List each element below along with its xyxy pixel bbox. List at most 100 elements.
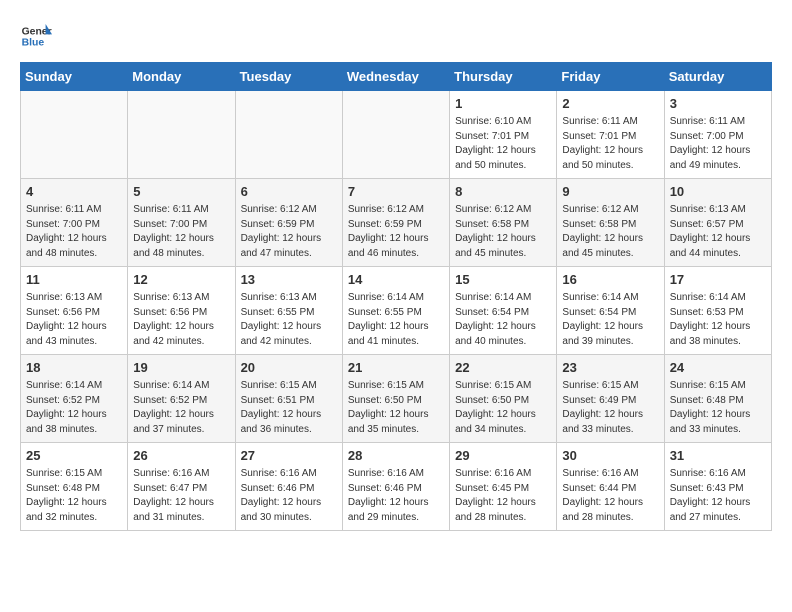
day-number: 4 <box>26 183 122 201</box>
calendar-cell: 11 Sunrise: 6:13 AM Sunset: 6:56 PM Dayli… <box>21 267 128 355</box>
day-number: 26 <box>133 447 229 465</box>
day-info: Sunrise: 6:16 AM Sunset: 6:43 PM Dayligh… <box>670 467 766 525</box>
page-header: General Blue <box>20 20 772 52</box>
calendar-cell <box>128 91 235 179</box>
calendar-header-sunday: Sunday <box>21 63 128 91</box>
calendar-cell: 17Sunrise: 6:14 AM Sunset: 6:53 PM Dayli… <box>664 267 771 355</box>
day-info: Sunrise: 6:16 AM Sunset: 6:45 PM Dayligh… <box>455 467 551 525</box>
day-info: Sunrise: 6:11 AM Sunset: 7:00 PM Dayligh… <box>670 115 766 173</box>
calendar-cell: 8 Sunrise: 6:12 AM Sunset: 6:58 PM Daylig… <box>450 179 557 267</box>
calendar-cell: 3 Sunrise: 6:11 AM Sunset: 7:00 PM Daylig… <box>664 91 771 179</box>
day-number: 24 <box>670 359 766 377</box>
day-info: Sunrise: 6:14 AM Sunset: 6:54 PM Dayligh… <box>455 291 551 349</box>
day-number: 13 <box>241 271 337 289</box>
day-number: 8 <box>455 183 551 201</box>
calendar-cell: 9 Sunrise: 6:12 AM Sunset: 6:58 PM Daylig… <box>557 179 664 267</box>
day-info: Sunrise: 6:15 AM Sunset: 6:48 PM Dayligh… <box>26 467 122 525</box>
day-info: Sunrise: 6:15 AM Sunset: 6:49 PM Dayligh… <box>562 379 658 437</box>
calendar-cell: 31Sunrise: 6:16 AM Sunset: 6:43 PM Dayli… <box>664 443 771 531</box>
day-number: 9 <box>562 183 658 201</box>
day-number: 19 <box>133 359 229 377</box>
day-number: 5 <box>133 183 229 201</box>
day-info: Sunrise: 6:14 AM Sunset: 6:52 PM Dayligh… <box>133 379 229 437</box>
calendar-header-row: SundayMondayTuesdayWednesdayThursdayFrid… <box>21 63 772 91</box>
day-number: 21 <box>348 359 444 377</box>
calendar-week-row: 1 Sunrise: 6:10 AM Sunset: 7:01 PM Daylig… <box>21 91 772 179</box>
day-number: 30 <box>562 447 658 465</box>
calendar-cell: 18Sunrise: 6:14 AM Sunset: 6:52 PM Dayli… <box>21 355 128 443</box>
calendar-cell: 29Sunrise: 6:16 AM Sunset: 6:45 PM Dayli… <box>450 443 557 531</box>
day-number: 22 <box>455 359 551 377</box>
calendar-cell <box>235 91 342 179</box>
svg-text:Blue: Blue <box>22 38 45 49</box>
day-info: Sunrise: 6:15 AM Sunset: 6:50 PM Dayligh… <box>348 379 444 437</box>
day-number: 3 <box>670 95 766 113</box>
day-number: 6 <box>241 183 337 201</box>
day-info: Sunrise: 6:13 AM Sunset: 6:57 PM Dayligh… <box>670 203 766 261</box>
calendar-cell: 12 Sunrise: 6:13 AM Sunset: 6:56 PM Dayli… <box>128 267 235 355</box>
calendar-cell: 25 Sunrise: 6:15 AM Sunset: 6:48 PM Dayli… <box>21 443 128 531</box>
day-number: 11 <box>26 271 122 289</box>
day-number: 14 <box>348 271 444 289</box>
calendar-cell: 22 Sunrise: 6:15 AM Sunset: 6:50 PM Dayli… <box>450 355 557 443</box>
day-info: Sunrise: 6:15 AM Sunset: 6:50 PM Dayligh… <box>455 379 551 437</box>
logo-icon: General Blue <box>20 20 52 52</box>
day-number: 27 <box>241 447 337 465</box>
calendar-cell: 16Sunrise: 6:14 AM Sunset: 6:54 PM Dayli… <box>557 267 664 355</box>
day-info: Sunrise: 6:10 AM Sunset: 7:01 PM Dayligh… <box>455 115 551 173</box>
calendar-week-row: 11 Sunrise: 6:13 AM Sunset: 6:56 PM Dayli… <box>21 267 772 355</box>
calendar-cell: 13 Sunrise: 6:13 AM Sunset: 6:55 PM Dayli… <box>235 267 342 355</box>
day-number: 12 <box>133 271 229 289</box>
day-info: Sunrise: 6:15 AM Sunset: 6:48 PM Dayligh… <box>670 379 766 437</box>
day-info: Sunrise: 6:16 AM Sunset: 6:47 PM Dayligh… <box>133 467 229 525</box>
calendar-cell: 24 Sunrise: 6:15 AM Sunset: 6:48 PM Dayli… <box>664 355 771 443</box>
calendar-cell: 15 Sunrise: 6:14 AM Sunset: 6:54 PM Dayli… <box>450 267 557 355</box>
calendar-week-row: 4 Sunrise: 6:11 AM Sunset: 7:00 PM Daylig… <box>21 179 772 267</box>
day-number: 1 <box>455 95 551 113</box>
day-info: Sunrise: 6:12 AM Sunset: 6:58 PM Dayligh… <box>562 203 658 261</box>
day-number: 15 <box>455 271 551 289</box>
day-number: 25 <box>26 447 122 465</box>
day-info: Sunrise: 6:13 AM Sunset: 6:55 PM Dayligh… <box>241 291 337 349</box>
calendar-cell: 21 Sunrise: 6:15 AM Sunset: 6:50 PM Dayli… <box>342 355 449 443</box>
day-info: Sunrise: 6:13 AM Sunset: 6:56 PM Dayligh… <box>26 291 122 349</box>
calendar-header-friday: Friday <box>557 63 664 91</box>
day-info: Sunrise: 6:11 AM Sunset: 7:00 PM Dayligh… <box>26 203 122 261</box>
day-info: Sunrise: 6:16 AM Sunset: 6:46 PM Dayligh… <box>241 467 337 525</box>
day-info: Sunrise: 6:12 AM Sunset: 6:58 PM Dayligh… <box>455 203 551 261</box>
day-info: Sunrise: 6:15 AM Sunset: 6:51 PM Dayligh… <box>241 379 337 437</box>
calendar-header-tuesday: Tuesday <box>235 63 342 91</box>
day-info: Sunrise: 6:14 AM Sunset: 6:55 PM Dayligh… <box>348 291 444 349</box>
day-info: Sunrise: 6:16 AM Sunset: 6:44 PM Dayligh… <box>562 467 658 525</box>
calendar-cell: 5 Sunrise: 6:11 AM Sunset: 7:00 PM Daylig… <box>128 179 235 267</box>
calendar-header-saturday: Saturday <box>664 63 771 91</box>
calendar-cell: 30 Sunrise: 6:16 AM Sunset: 6:44 PM Dayli… <box>557 443 664 531</box>
calendar-table: SundayMondayTuesdayWednesdayThursdayFrid… <box>20 62 772 531</box>
day-info: Sunrise: 6:12 AM Sunset: 6:59 PM Dayligh… <box>241 203 337 261</box>
day-number: 28 <box>348 447 444 465</box>
calendar-week-row: 25 Sunrise: 6:15 AM Sunset: 6:48 PM Dayli… <box>21 443 772 531</box>
day-info: Sunrise: 6:14 AM Sunset: 6:53 PM Dayligh… <box>670 291 766 349</box>
logo: General Blue <box>20 20 58 52</box>
calendar-cell: 7Sunrise: 6:12 AM Sunset: 6:59 PM Daylig… <box>342 179 449 267</box>
day-info: Sunrise: 6:13 AM Sunset: 6:56 PM Dayligh… <box>133 291 229 349</box>
calendar-header-thursday: Thursday <box>450 63 557 91</box>
calendar-cell: 6 Sunrise: 6:12 AM Sunset: 6:59 PM Daylig… <box>235 179 342 267</box>
day-number: 18 <box>26 359 122 377</box>
day-number: 20 <box>241 359 337 377</box>
day-info: Sunrise: 6:11 AM Sunset: 7:00 PM Dayligh… <box>133 203 229 261</box>
calendar-cell: 28Sunrise: 6:16 AM Sunset: 6:46 PM Dayli… <box>342 443 449 531</box>
calendar-header-wednesday: Wednesday <box>342 63 449 91</box>
calendar-cell: 14 Sunrise: 6:14 AM Sunset: 6:55 PM Dayli… <box>342 267 449 355</box>
day-number: 10 <box>670 183 766 201</box>
calendar-header-monday: Monday <box>128 63 235 91</box>
calendar-cell: 27 Sunrise: 6:16 AM Sunset: 6:46 PM Dayli… <box>235 443 342 531</box>
day-info: Sunrise: 6:14 AM Sunset: 6:54 PM Dayligh… <box>562 291 658 349</box>
calendar-cell <box>21 91 128 179</box>
calendar-cell: 4 Sunrise: 6:11 AM Sunset: 7:00 PM Daylig… <box>21 179 128 267</box>
calendar-cell: 26 Sunrise: 6:16 AM Sunset: 6:47 PM Dayli… <box>128 443 235 531</box>
calendar-cell: 2Sunrise: 6:11 AM Sunset: 7:01 PM Daylig… <box>557 91 664 179</box>
day-info: Sunrise: 6:11 AM Sunset: 7:01 PM Dayligh… <box>562 115 658 173</box>
calendar-cell: 1 Sunrise: 6:10 AM Sunset: 7:01 PM Daylig… <box>450 91 557 179</box>
calendar-cell: 19 Sunrise: 6:14 AM Sunset: 6:52 PM Dayli… <box>128 355 235 443</box>
